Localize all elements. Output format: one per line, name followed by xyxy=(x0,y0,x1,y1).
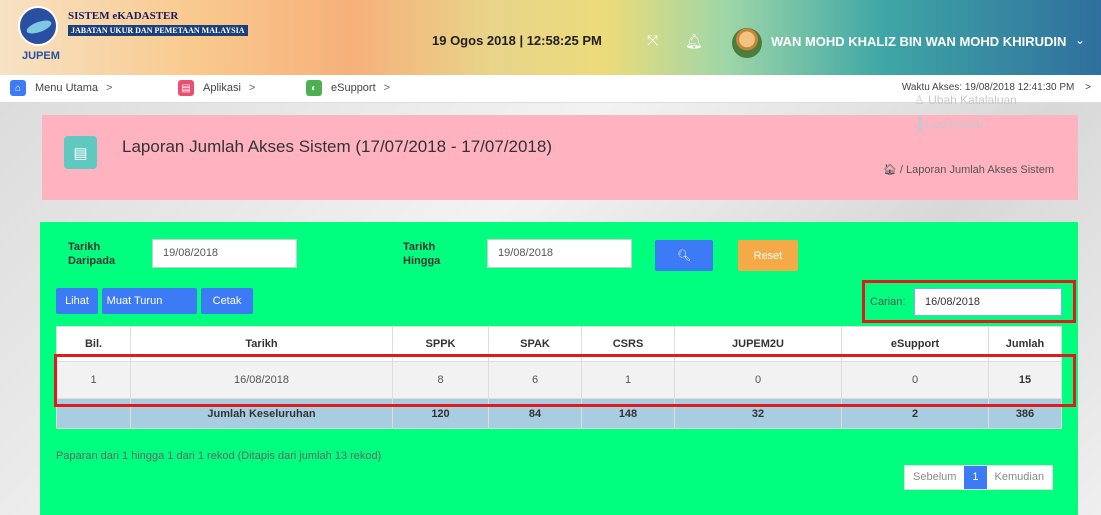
nav-item-menu-utama[interactable]: ⌂ Menu Utama > xyxy=(10,80,112,96)
reset-button[interactable]: Reset xyxy=(738,240,798,271)
search-icon: 🔍︎ xyxy=(677,250,691,262)
change-password-item[interactable]: ♙ Ubah Katalaluan xyxy=(906,88,1046,112)
nav-label: eSupport xyxy=(331,82,376,94)
table-info: Paparan dari 1 hingga 1 dari 1 rekod (Di… xyxy=(56,450,382,462)
download-label-spacer xyxy=(153,288,197,314)
fullscreen-icon[interactable]: ⤧ xyxy=(647,32,663,48)
logout-icon: ▐ xyxy=(914,117,923,131)
nav-label: Menu Utama xyxy=(35,82,98,94)
logout-item[interactable]: ▐ Log Keluar xyxy=(906,112,1046,136)
page-button[interactable]: 1 xyxy=(964,466,987,489)
page-breadcrumb: 🏠︎ / Laporan Jumlah Akses Sistem xyxy=(882,164,1054,176)
home-icon[interactable]: 🏠︎ xyxy=(883,164,897,176)
next-page-button[interactable]: Kemudian xyxy=(987,466,1053,489)
avatar[interactable] xyxy=(732,28,762,58)
system-subtitle: JABATAN UKUR DAN PEMETAAN MALAYSIA xyxy=(68,25,248,36)
chevron-right-icon: > xyxy=(105,82,113,94)
header-datetime: 19 Ogos 2018 | 12:58:25 PM xyxy=(432,33,602,48)
to-date-input[interactable]: 19/08/2018 xyxy=(487,239,632,268)
highlight-box-row xyxy=(54,354,1076,407)
chevron-right-icon[interactable]: > xyxy=(1085,82,1091,93)
bell-icon[interactable]: 🔔︎ xyxy=(685,33,703,50)
top-header: JUPEM SISTEM eKADASTER JABATAN UKUR DAN … xyxy=(0,0,1101,75)
from-date-input[interactable]: 19/08/2018 xyxy=(152,239,297,268)
highlight-box-search xyxy=(862,280,1076,323)
logo-text: JUPEM xyxy=(22,50,60,62)
from-label-2: Daripada xyxy=(68,255,116,267)
home-icon: ⌂ xyxy=(10,80,26,96)
chevron-right-icon: > xyxy=(383,82,391,94)
nav-item-esupport[interactable]: ◐ eSupport > xyxy=(306,80,390,96)
prev-page-button[interactable]: Sebelum xyxy=(905,466,964,489)
app-icon: ▤ xyxy=(178,80,194,96)
system-title-text: SISTEM eKADASTER xyxy=(68,10,179,22)
print-button[interactable]: Cetak xyxy=(201,288,253,314)
support-icon: ◐ xyxy=(306,80,322,96)
jupem-logo xyxy=(18,6,62,50)
pagination: Sebelum 1 Kemudian xyxy=(904,465,1054,490)
document-icon: ▤ xyxy=(64,136,97,169)
to-label-2: Hingga xyxy=(403,255,441,267)
page-breadcrumb-text: Laporan Jumlah Akses Sistem xyxy=(906,164,1054,176)
to-label-1: Tarikh xyxy=(403,241,436,253)
view-button[interactable]: Lihat xyxy=(56,288,98,314)
change-password-label: Ubah Katalaluan xyxy=(928,93,1017,107)
chevron-right-icon: > xyxy=(248,82,256,94)
logout-label: Log Keluar xyxy=(925,117,984,131)
report-panel: Tarikh Daripada 19/08/2018 Tarikh Hingga… xyxy=(40,222,1078,515)
username[interactable]: WAN MOHD KHALIZ BIN WAN MOHD KHIRUDIN xyxy=(771,34,1066,49)
from-date-label: Tarikh Daripada xyxy=(68,240,115,268)
nav-label: Aplikasi xyxy=(203,82,241,94)
to-date-label: Tarikh Hingga xyxy=(403,240,440,268)
user-dropdown-menu: ♙ Ubah Katalaluan ▐ Log Keluar xyxy=(906,88,1046,148)
page-title: Laporan Jumlah Akses Sistem (17/07/2018 … xyxy=(122,137,552,156)
user-icon: ♙ xyxy=(914,93,925,107)
from-label-1: Tarikh xyxy=(68,241,101,253)
chevron-down-icon[interactable]: ⌄ xyxy=(1075,33,1085,47)
nav-item-aplikasi[interactable]: ▤ Aplikasi > xyxy=(178,80,255,96)
system-title: SISTEM eKADASTER JABATAN UKUR DAN PEMETA… xyxy=(68,10,248,36)
search-button[interactable]: 🔍︎ xyxy=(655,240,713,271)
